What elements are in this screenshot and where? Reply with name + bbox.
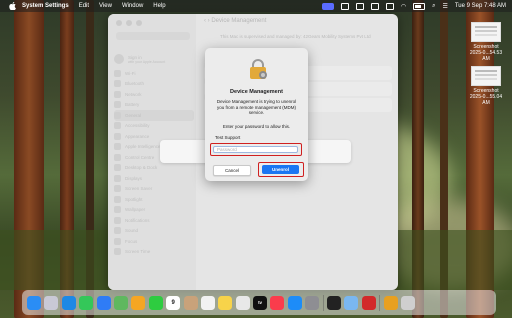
menu-extra-icon[interactable] [340,2,349,10]
maps-icon[interactable] [113,295,128,310]
authentication-dialog: Device Management Device Management is t… [205,48,308,181]
password-field[interactable] [213,146,298,153]
dock-separator [322,294,324,311]
reminders-icon[interactable] [200,295,215,310]
battery-icon[interactable] [413,2,426,10]
system-settings-icon[interactable] [305,295,320,310]
menu-window[interactable]: Window [122,3,143,9]
unenrol-highlight: Unenrol [258,162,304,177]
screenshot-thumbnail-icon [471,22,501,42]
music-icon[interactable] [270,295,285,310]
apple-icon[interactable] [8,2,16,10]
wifi-icon[interactable]: ◠ [401,3,406,10]
screen-record-icon[interactable] [321,2,334,10]
menu-bar: System Settings Edit View Window Help ◠ … [0,0,512,12]
launchpad-icon[interactable] [44,295,59,310]
dialog-prompt: Enter your password to allow this. [222,124,291,129]
screenshot-thumbnail-icon [471,66,501,86]
cancel-button[interactable]: Cancel [213,165,251,176]
menu-edit[interactable]: Edit [79,3,89,9]
menu-help[interactable]: Help [153,3,165,9]
freeform-icon[interactable] [235,295,250,310]
notes-icon[interactable] [218,295,233,310]
menu-app-name[interactable]: System Settings [22,3,69,9]
password-highlight [210,143,302,156]
safari-icon[interactable] [61,295,76,310]
menu-view[interactable]: View [99,3,112,9]
tv-icon[interactable]: tv [253,295,268,310]
display-icon[interactable] [370,2,379,10]
finder-icon[interactable] [27,295,41,310]
tv-label: tv [258,300,263,305]
app-store-icon[interactable] [287,295,302,310]
desktop-file[interactable]: Screenshot 2025-0...55.04 AM [466,66,506,106]
desktop-file-name-sub: 2025-0...55.04 AM [469,94,503,106]
search-icon[interactable]: ⌕ [432,3,435,10]
app-red-icon[interactable] [361,295,376,310]
messages-icon[interactable] [79,295,94,310]
control-centre-icon[interactable]: ☰ [442,3,447,10]
facetime-icon[interactable] [148,295,163,310]
trash-icon[interactable] [400,295,415,310]
desktop-file[interactable]: Screenshot 2025-0...54.53 AM [466,22,506,62]
dialog-title: Device Management [230,89,283,95]
mail-icon[interactable] [96,295,111,310]
menubar-clock[interactable]: Tue 9 Sep 7:48 AM [455,3,506,9]
preview-icon[interactable] [344,295,359,310]
lock-icon [250,59,267,79]
contacts-icon[interactable] [183,295,198,310]
archive-icon[interactable] [383,295,398,310]
calendar-icon[interactable]: 9 [166,295,181,310]
photos-icon[interactable] [131,295,146,310]
unenrol-button[interactable]: Unenrol [262,165,299,174]
calendar-day: 9 [171,299,175,306]
dock-separator [379,294,381,311]
dock: 9 tv [22,290,496,315]
airplay-icon[interactable] [355,2,364,10]
control-icon[interactable] [385,2,394,10]
dialog-message: Device Management is trying to unenrol y… [216,99,297,115]
activity-monitor-icon[interactable] [327,295,342,310]
username-field[interactable]: Test Support [215,135,240,140]
desktop-file-name-sub: 2025-0...54.53 AM [469,50,503,62]
